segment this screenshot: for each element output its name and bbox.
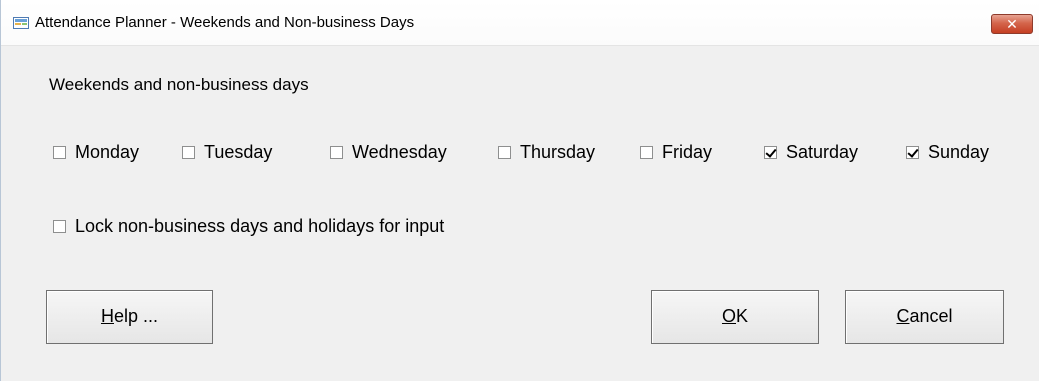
title-bar[interactable]: Attendance Planner - Weekends and Non-bu…	[1, 0, 1039, 46]
day-checkbox-saturday[interactable]: Saturday	[764, 142, 858, 162]
cancel-label: ancel	[909, 306, 953, 326]
day-checkbox-wednesday[interactable]: Wednesday	[330, 142, 447, 162]
day-checkbox-tuesday[interactable]: Tuesday	[182, 142, 272, 162]
day-checkbox-monday[interactable]: Monday	[53, 142, 139, 162]
day-label: Thursday	[520, 141, 596, 162]
cancel-button[interactable]: Cancel	[845, 290, 1004, 344]
checkbox-box[interactable]	[53, 145, 66, 159]
section-heading: Weekends and non-business days	[49, 75, 309, 94]
day-label: Saturday	[786, 141, 859, 162]
day-label: Friday	[662, 141, 713, 162]
day-label: Monday	[75, 141, 140, 162]
checkbox-box[interactable]	[640, 145, 653, 159]
day-checkbox-thursday[interactable]: Thursday	[498, 142, 595, 162]
calendar-app-icon	[13, 17, 29, 29]
checkbox-box[interactable]	[906, 145, 919, 159]
day-label: Tuesday	[204, 141, 273, 162]
cancel-mnemonic: C	[896, 306, 910, 326]
ok-mnemonic: O	[721, 306, 736, 326]
checkbox-box[interactable]	[764, 145, 777, 159]
day-label: Sunday	[928, 141, 990, 162]
day-checkbox-sunday[interactable]: Sunday	[906, 142, 989, 162]
close-button[interactable]: ✕	[991, 14, 1033, 34]
dialog-window: Attendance Planner - Weekends and Non-bu…	[0, 0, 1039, 381]
help-mnemonic: H	[100, 306, 114, 326]
help-label: elp ...	[113, 306, 159, 326]
checkbox-box[interactable]	[182, 145, 195, 159]
lock-option-label: Lock non-business days and holidays for …	[75, 215, 445, 236]
checkbox-box[interactable]	[498, 145, 511, 159]
checkbox-box[interactable]	[330, 145, 343, 159]
close-icon: ✕	[1006, 16, 1018, 32]
day-checkbox-friday[interactable]: Friday	[640, 142, 712, 162]
window-title: Attendance Planner - Weekends and Non-bu…	[35, 14, 415, 31]
lock-nonbusiness-checkbox[interactable]: Lock non-business days and holidays for …	[53, 216, 444, 236]
day-label: Wednesday	[352, 141, 447, 162]
checkbox-box[interactable]	[53, 219, 66, 233]
ok-label: K	[736, 306, 749, 326]
help-button[interactable]: Help ...	[46, 290, 213, 344]
ok-button[interactable]: OK	[651, 290, 819, 344]
